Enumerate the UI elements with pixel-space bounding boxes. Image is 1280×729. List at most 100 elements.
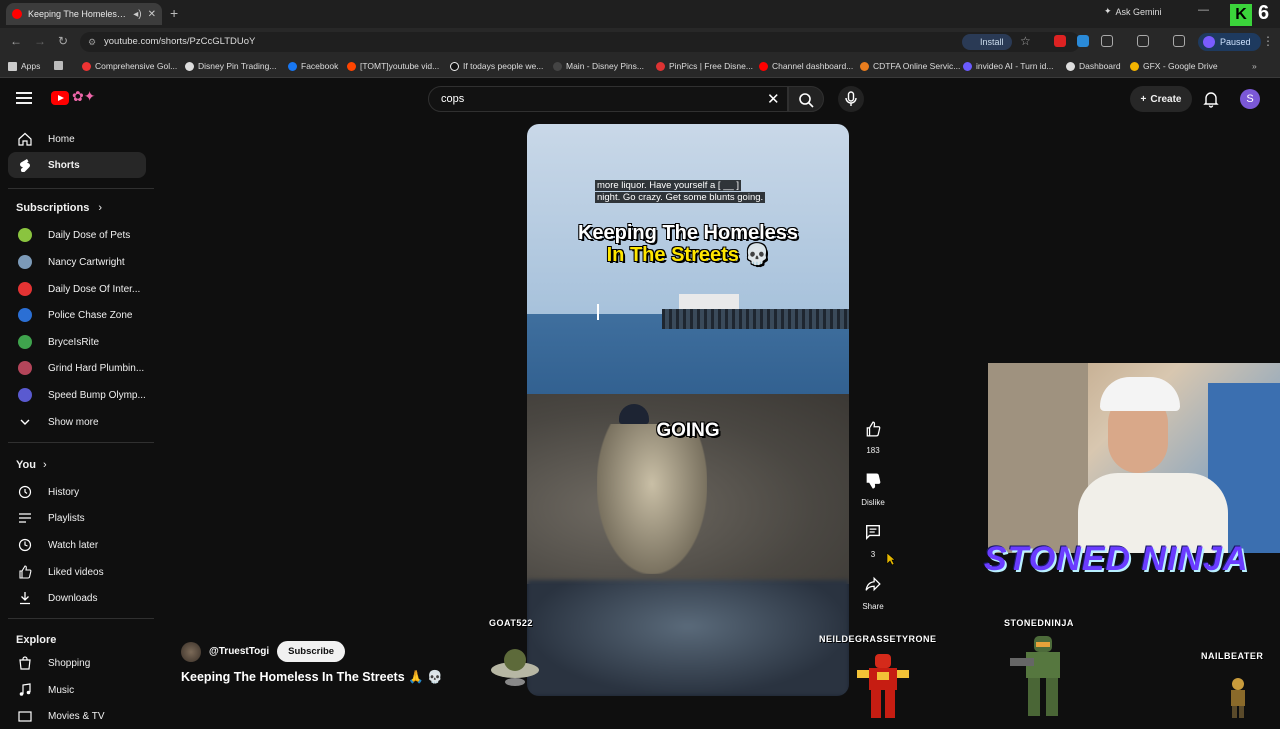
download-icon xyxy=(20,592,30,605)
bookmark-item[interactable]: Facebook xyxy=(288,61,338,71)
sidebar-item-watch-later[interactable]: Watch later xyxy=(8,532,146,558)
chevron-down-icon xyxy=(20,419,30,425)
chevron-right-icon: › xyxy=(98,202,103,214)
back-icon[interactable]: ← xyxy=(10,34,22,48)
media-control-icon[interactable] xyxy=(1173,35,1185,47)
subscription-item[interactable]: Nancy Cartwright xyxy=(8,249,146,275)
bookmark-item[interactable]: Dashboard xyxy=(1066,61,1121,71)
subscription-item[interactable]: Daily Dose of Pets xyxy=(8,222,146,248)
subscription-item[interactable]: Police Chase Zone xyxy=(8,302,146,328)
gemini-icon: ✦ xyxy=(1104,6,1112,16)
bookmark-item[interactable]: Main - Disney Pins... xyxy=(553,61,644,71)
youtube-icon xyxy=(759,61,768,71)
playlists-icon xyxy=(19,513,31,523)
subscription-item[interactable]: Grind Hard Plumbin... xyxy=(8,355,146,381)
sidebar-item-movies-tv[interactable]: Movies & TV xyxy=(8,703,146,729)
bookmark-item[interactable]: If todays people we... xyxy=(450,61,543,71)
sidebar-item-shopping[interactable]: Shopping xyxy=(8,650,146,676)
sidebar-divider xyxy=(8,188,154,189)
sidebar-item-home[interactable]: Home xyxy=(8,126,146,152)
google-drive-icon xyxy=(1130,61,1139,71)
thumbs-down-icon xyxy=(866,473,881,489)
forward-icon[interactable]: → xyxy=(34,34,46,48)
webcam-person-cap xyxy=(1100,377,1180,411)
notifications-bell-icon[interactable] xyxy=(1202,90,1220,113)
site-info-icon[interactable]: ⚙ xyxy=(88,32,96,52)
bookmark-item[interactable]: PinPics | Free Disne... xyxy=(656,61,753,71)
viewer-name: GOAT522 xyxy=(489,618,533,628)
voice-search-button[interactable] xyxy=(838,86,864,112)
share-button[interactable] xyxy=(856,569,890,599)
browser-menu-icon[interactable]: ⋮ xyxy=(1262,34,1274,48)
pier-building xyxy=(679,294,739,310)
bookmark-item[interactable]: Channel dashboard... xyxy=(759,61,853,71)
menu-hamburger-icon[interactable] xyxy=(16,92,32,104)
viewer-name: NEILDEGRASSETYRONE xyxy=(819,634,937,644)
channel-avatar xyxy=(18,361,32,375)
share-label: Share xyxy=(862,602,884,611)
subscriptions-heading[interactable]: Subscriptions › xyxy=(16,202,102,214)
bookmark-item[interactable]: [TOMT]youtube vid... xyxy=(347,61,439,71)
speaker-icon[interactable]: ◂) xyxy=(133,9,141,20)
bookmark-item[interactable]: CDTFA Online Servic... xyxy=(860,61,960,71)
dislike-button[interactable] xyxy=(856,466,890,496)
bookmark-apps[interactable]: Apps xyxy=(8,61,40,71)
channel-avatar[interactable] xyxy=(181,641,201,662)
tab-title: Keeping The Homeless In T xyxy=(28,9,127,19)
like-button[interactable] xyxy=(856,414,890,444)
minimize-icon[interactable]: — xyxy=(1198,4,1209,16)
show-more-button[interactable]: Show more xyxy=(8,409,146,435)
stream-count: 6 xyxy=(1258,2,1270,24)
search-input[interactable]: cops xyxy=(428,86,788,112)
ask-gemini-button[interactable]: ✦ Ask Gemini xyxy=(1104,6,1162,17)
reload-icon[interactable]: ↻ xyxy=(58,34,68,48)
subscription-item[interactable]: Speed Bump Olymp... xyxy=(8,382,146,408)
bookmark-item[interactable]: Comprehensive Gol... xyxy=(82,61,177,71)
subscribe-button[interactable]: Subscribe xyxy=(277,641,346,662)
bookmark-item[interactable]: invideo AI - Turn id... xyxy=(963,61,1053,71)
webcam-overlay xyxy=(988,363,1280,553)
bookmark-favicon-icon xyxy=(185,61,194,71)
you-heading[interactable]: You › xyxy=(16,459,47,471)
subscription-item[interactable]: BryceIsRite xyxy=(8,329,146,355)
profile-button[interactable]: Paused xyxy=(1198,33,1261,51)
tab-close-icon[interactable]: ✕ xyxy=(148,9,156,20)
sidebar-item-history[interactable]: History xyxy=(8,479,146,505)
channel-row: @TruestTogi Subscribe xyxy=(181,641,346,662)
bookmark-star-icon[interactable]: ☆ xyxy=(1020,34,1031,48)
facebook-icon xyxy=(288,61,297,71)
extension-icon[interactable] xyxy=(1077,35,1089,47)
search-button[interactable] xyxy=(788,86,824,112)
channel-name[interactable]: @TruestTogi xyxy=(209,646,269,657)
browser-tab[interactable]: Keeping The Homeless In T ◂) ✕ xyxy=(6,3,162,25)
browser-tab-bar xyxy=(0,0,1280,28)
sidebar-item-playlists[interactable]: Playlists xyxy=(8,505,146,531)
extension-icon[interactable] xyxy=(1054,35,1066,47)
youtube-logo[interactable] xyxy=(51,91,69,105)
account-avatar[interactable]: S xyxy=(1240,89,1260,109)
skull-emoji: 💀 xyxy=(744,244,770,266)
sidebar-item-downloads[interactable]: Downloads xyxy=(8,585,146,611)
extensions-puzzle-icon[interactable] xyxy=(1101,35,1113,47)
sidebar-item-music[interactable]: Music xyxy=(8,677,146,703)
short-video-player[interactable]: more liquor. Have yourself a [ __ ] nigh… xyxy=(527,124,849,696)
more-bookmarks-icon[interactable]: » xyxy=(1252,61,1257,71)
viewer-name: NAILBEATER xyxy=(1201,651,1264,661)
bookmark-grid[interactable] xyxy=(54,61,63,70)
pier xyxy=(662,309,849,329)
sidebar-item-shorts[interactable]: Shorts xyxy=(8,152,146,178)
clear-search-icon[interactable]: ✕ xyxy=(767,90,780,108)
tiktok-icon xyxy=(450,61,459,71)
comments-button[interactable] xyxy=(856,517,890,547)
bookmark-item[interactable]: Disney Pin Trading... xyxy=(185,61,276,71)
url-bar[interactable]: ⚙ youtube.com/shorts/PzCcGLTDUoY xyxy=(80,32,1080,52)
webcam-background xyxy=(988,363,1088,553)
install-app-button[interactable]: Install xyxy=(962,34,1012,50)
subscription-item[interactable]: Daily Dose Of Inter... xyxy=(8,276,146,302)
bookmark-item[interactable]: GFX - Google Drive xyxy=(1130,61,1218,71)
create-button[interactable]: + Create xyxy=(1130,86,1192,112)
sidebar-item-liked-videos[interactable]: Liked videos xyxy=(8,559,146,585)
tab-search-icon[interactable] xyxy=(1137,35,1149,47)
sidebar-divider xyxy=(8,442,154,443)
new-tab-icon[interactable]: + xyxy=(170,5,178,21)
